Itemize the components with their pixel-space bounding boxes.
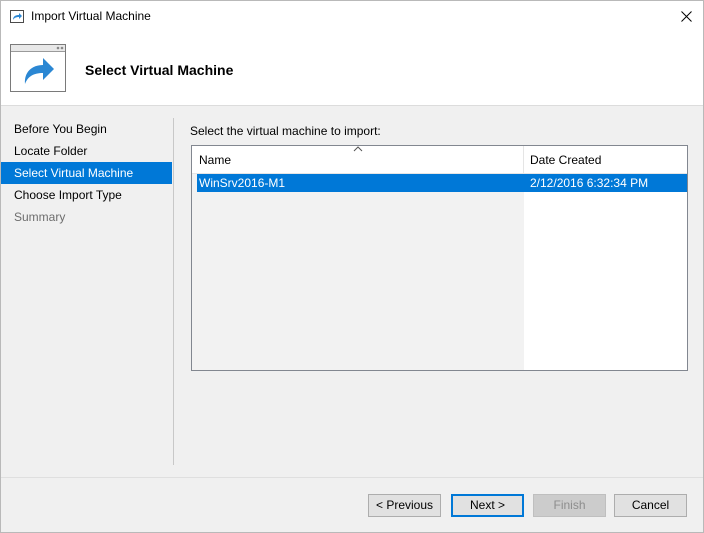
import-arrow-icon [10, 10, 24, 23]
close-button[interactable] [669, 1, 703, 31]
table-row[interactable]: WinSrv2016-M1 2/12/2016 6:32:34 PM [197, 174, 687, 192]
title-bar[interactable]: Import Virtual Machine [1, 1, 703, 32]
column-header-name-label: Name [199, 153, 232, 167]
window-title: Import Virtual Machine [31, 9, 151, 23]
vm-date-created-cell: 2/12/2016 6:32:34 PM [530, 176, 649, 190]
column-header-name[interactable]: Name [192, 146, 524, 174]
nav-step-locate-folder[interactable]: Locate Folder [1, 140, 172, 162]
import-vm-dialog: Import Virtual Machine Select Virtual Ma… [0, 0, 704, 533]
close-icon [680, 10, 692, 22]
sort-ascending-icon [353, 146, 363, 152]
previous-button[interactable]: < Previous [368, 494, 441, 517]
nav-step-choose-import-type[interactable]: Choose Import Type [1, 184, 172, 206]
list-header: Name Date Created [192, 146, 687, 174]
footer-divider [1, 477, 703, 478]
column-header-date-created[interactable]: Date Created [524, 146, 687, 174]
nav-step-before-you-begin[interactable]: Before You Begin [1, 118, 172, 140]
cancel-button[interactable]: Cancel [614, 494, 687, 517]
nav-divider [173, 118, 174, 465]
nav-step-summary: Summary [14, 210, 66, 224]
wizard-header: Select Virtual Machine [1, 32, 703, 106]
column-header-date-created-label: Date Created [530, 153, 602, 167]
nav-step-select-virtual-machine[interactable]: Select Virtual Machine [1, 162, 172, 184]
next-button[interactable]: Next > [451, 494, 524, 517]
select-vm-prompt: Select the virtual machine to import: [190, 124, 381, 138]
vm-name-cell: WinSrv2016-M1 [199, 176, 286, 190]
finish-button: Finish [533, 494, 606, 517]
import-window-icon [10, 44, 66, 92]
vm-list[interactable]: Name Date Created WinSrv2016-M1 2/12/201… [191, 145, 688, 371]
wizard-steps: Before You Begin Locate Folder Select Vi… [1, 118, 173, 228]
page-heading: Select Virtual Machine [85, 62, 234, 78]
